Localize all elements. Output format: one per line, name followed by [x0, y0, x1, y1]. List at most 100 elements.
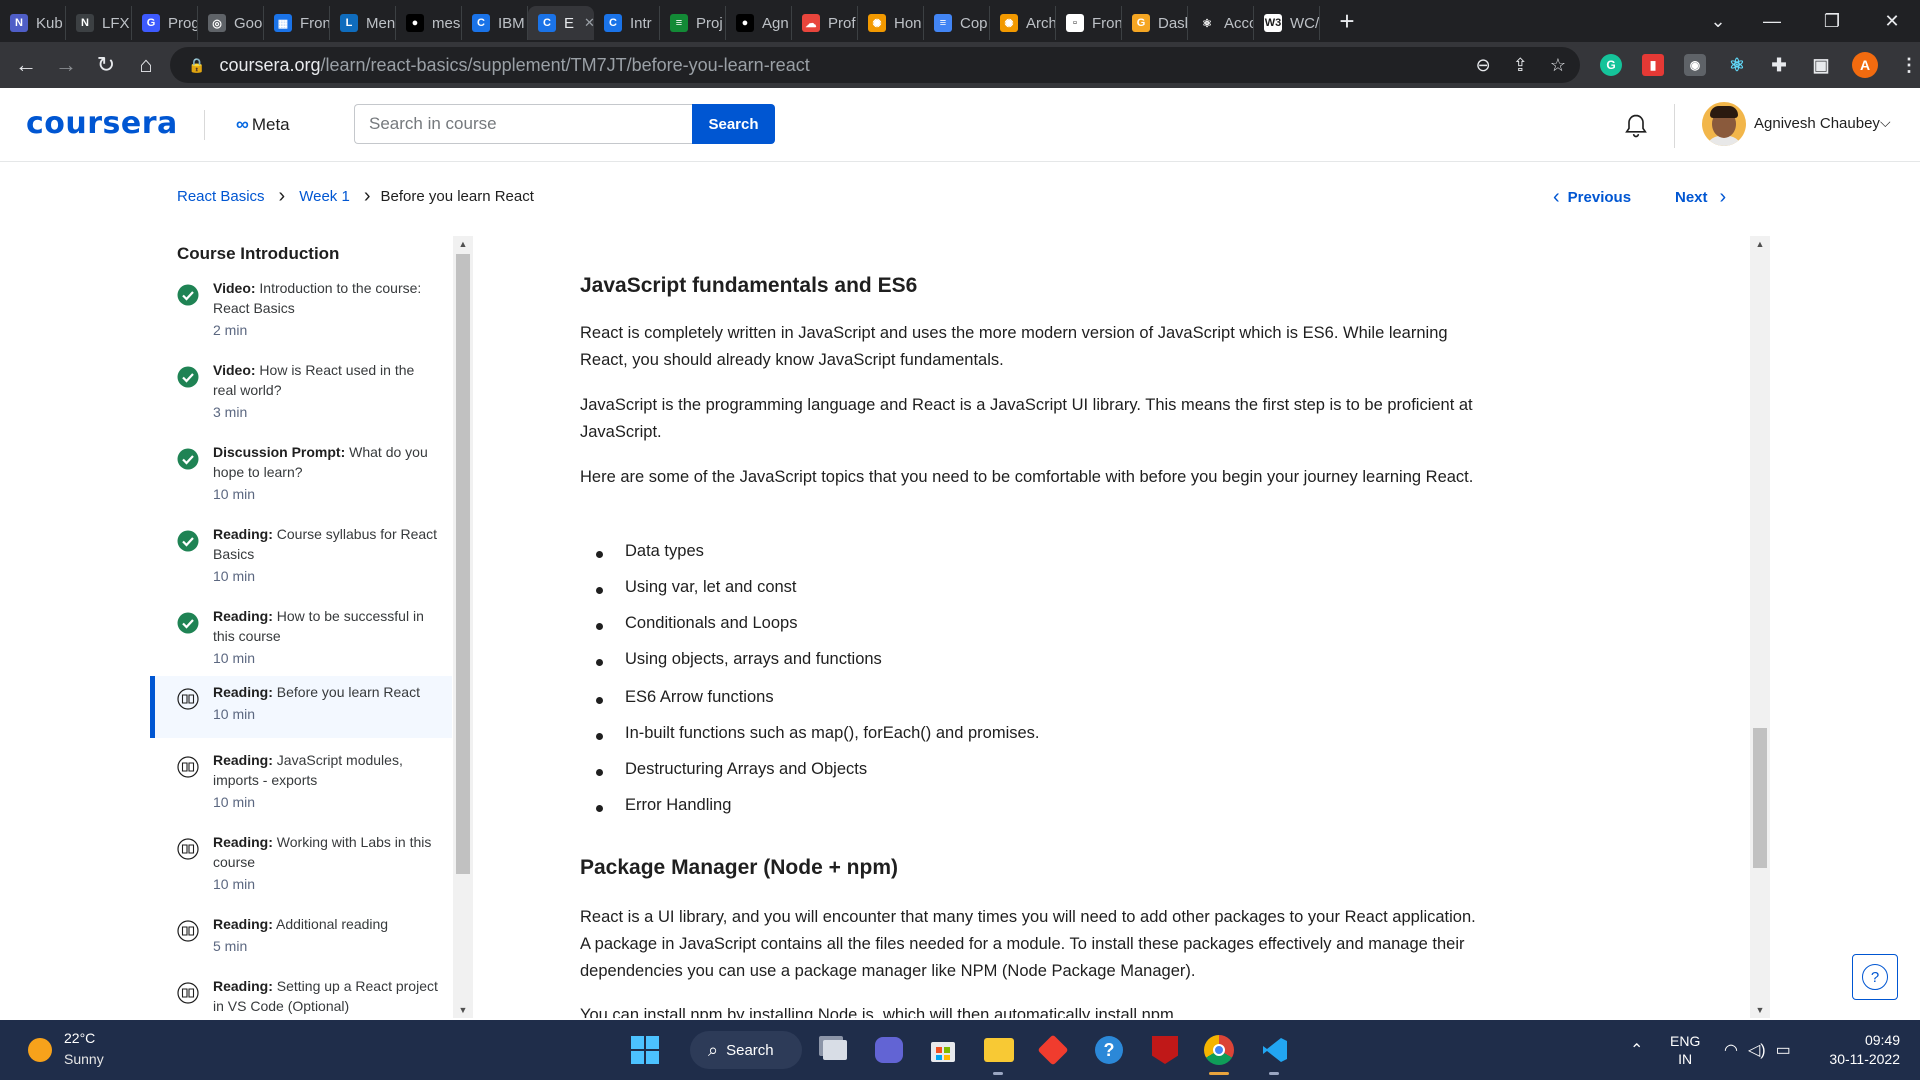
sidebar-item[interactable]: Reading: Working with Labs in this cours…: [150, 826, 452, 906]
help-app-icon[interactable]: ?: [1091, 1032, 1127, 1068]
scroll-up-arrow-icon[interactable]: ▲: [453, 236, 473, 252]
sidebar-scroll-thumb[interactable]: [456, 254, 470, 874]
browser-tab[interactable]: ● mes: [396, 6, 462, 40]
browser-tab[interactable]: ▦ Fron: [264, 6, 330, 40]
tab-favicon-icon: G: [142, 14, 160, 32]
previous-button[interactable]: ‹ Previous: [1553, 186, 1631, 209]
content-scroll-thumb[interactable]: [1753, 728, 1767, 868]
weather-condition[interactable]: Sunny: [64, 1051, 104, 1067]
sidebar-item[interactable]: Video: How is React used in the real wor…: [150, 354, 452, 434]
git-icon[interactable]: [1035, 1032, 1071, 1068]
browser-tab[interactable]: ● Agn: [726, 6, 792, 40]
browser-tab[interactable]: G Prog: [132, 6, 198, 40]
zoom-icon[interactable]: ⊖: [1476, 55, 1491, 76]
restore-button[interactable]: ❐: [1802, 0, 1862, 42]
sidebar-item[interactable]: Discussion Prompt: What do you hope to l…: [150, 436, 452, 516]
user-name[interactable]: Agnivesh Chaubey: [1754, 115, 1880, 132]
scroll-down-arrow-icon[interactable]: ▼: [453, 1002, 473, 1018]
mcafee-icon[interactable]: [1147, 1032, 1183, 1068]
extensions-puzzle-icon[interactable]: ✚: [1768, 54, 1790, 76]
chevron-down-icon[interactable]: ⌵: [1880, 114, 1891, 131]
weather-temperature[interactable]: 22°C: [64, 1030, 95, 1046]
sidebar-item[interactable]: Reading: Setting up a React project in V…: [150, 970, 452, 1018]
browser-tab[interactable]: ✺ Arch: [990, 6, 1056, 40]
breadcrumb: React Basics › Week 1 › Before you learn…: [177, 185, 534, 208]
new-tab-button[interactable]: +: [1330, 4, 1364, 38]
grammarly-icon[interactable]: G: [1600, 54, 1622, 76]
notifications-bell-icon[interactable]: [1622, 112, 1650, 140]
user-avatar[interactable]: [1702, 102, 1746, 146]
close-tab-icon[interactable]: ✕: [584, 15, 594, 31]
camera-extension-icon[interactable]: ◉: [1684, 54, 1706, 76]
search-input[interactable]: [354, 104, 692, 144]
browser-tab[interactable]: N LFX: [66, 6, 132, 40]
home-button[interactable]: ⌂: [126, 45, 166, 85]
browser-tab[interactable]: ▫ Fron: [1056, 6, 1122, 40]
browser-tab[interactable]: G Dasl: [1122, 6, 1188, 40]
taskbar-search[interactable]: ⌕ Search: [690, 1031, 802, 1069]
chrome-icon[interactable]: [1201, 1032, 1237, 1068]
breadcrumb-current: Before you learn React: [380, 188, 534, 205]
browser-tab[interactable]: ✺ Hon: [858, 6, 924, 40]
bullet-icon: [596, 623, 603, 630]
forward-button[interactable]: →: [46, 45, 86, 85]
sidebar-scrollbar[interactable]: ▲ ▼: [453, 236, 473, 1018]
help-button[interactable]: ?: [1852, 954, 1898, 1000]
clock[interactable]: 09:49 30-11-2022: [1820, 1020, 1900, 1080]
share-icon[interactable]: ⇪: [1513, 55, 1528, 76]
browser-tab[interactable]: ☁ Prof: [792, 6, 858, 40]
windows-start-icon[interactable]: [627, 1032, 663, 1068]
browser-tab[interactable]: ⚛ Acco: [1188, 6, 1254, 40]
partner-logo[interactable]: ∞ Meta: [236, 114, 290, 135]
teams-chat-icon[interactable]: [871, 1032, 907, 1068]
show-hidden-icons[interactable]: ⌃: [1630, 1020, 1643, 1080]
vscode-icon[interactable]: [1257, 1032, 1293, 1068]
react-devtools-icon[interactable]: ⚛: [1726, 54, 1748, 76]
minimize-button[interactable]: —: [1742, 0, 1802, 42]
item-type: Reading:: [213, 834, 273, 850]
sidebar-item[interactable]: Video: Introduction to the course: React…: [150, 272, 452, 352]
browser-tab[interactable]: W3 WC/: [1254, 6, 1320, 40]
language-indicator[interactable]: ENG IN: [1670, 1020, 1700, 1080]
address-bar[interactable]: 🔒 coursera.org/learn/react-basics/supple…: [170, 47, 1580, 83]
browser-tab[interactable]: C E ✕: [528, 6, 594, 40]
bookmark-star-icon[interactable]: ☆: [1550, 55, 1566, 76]
section-heading: JavaScript fundamentals and ES6: [580, 274, 918, 297]
sun-icon[interactable]: [28, 1038, 52, 1062]
profile-avatar[interactable]: A: [1852, 52, 1878, 78]
breadcrumb-course[interactable]: React Basics: [177, 188, 265, 205]
pdf-extension-icon[interactable]: ▮: [1642, 54, 1664, 76]
sidebar-item[interactable]: Reading: Before you learn React 10 min: [150, 676, 452, 738]
back-button[interactable]: ←: [6, 45, 46, 85]
side-panel-icon[interactable]: ▣: [1810, 54, 1832, 76]
browser-tab[interactable]: L Men: [330, 6, 396, 40]
sidebar-item[interactable]: Reading: JavaScript modules, imports - e…: [150, 744, 452, 824]
browser-tab[interactable]: N Kub: [0, 6, 66, 40]
tab-search-icon[interactable]: ⌄: [1688, 0, 1748, 42]
task-view-icon[interactable]: [817, 1032, 853, 1068]
browser-tab[interactable]: ≡ Cop: [924, 6, 990, 40]
search-button[interactable]: Search: [692, 104, 775, 144]
browser-tab[interactable]: ◎ Goo: [198, 6, 264, 40]
sidebar-item[interactable]: Reading: How to be successful in this co…: [150, 600, 452, 680]
sidebar-item[interactable]: Reading: Additional reading 5 min: [150, 908, 452, 968]
content-scrollbar[interactable]: ▲ ▼: [1750, 236, 1770, 1018]
microsoft-store-icon[interactable]: [925, 1032, 961, 1068]
scroll-up-arrow-icon[interactable]: ▲: [1750, 236, 1770, 252]
next-button[interactable]: Next ›: [1675, 186, 1726, 209]
file-explorer-icon[interactable]: [981, 1032, 1017, 1068]
close-window-button[interactable]: ✕: [1862, 0, 1920, 42]
breadcrumb-week[interactable]: Week 1: [299, 188, 350, 205]
coursera-logo[interactable]: coursera: [26, 106, 178, 141]
browser-tab[interactable]: ≡ Proj: [660, 6, 726, 40]
system-tray[interactable]: ◠ ◁) ▭: [1724, 1020, 1791, 1080]
tab-title: Acco: [1224, 14, 1253, 32]
bullet-icon: [596, 659, 603, 666]
sidebar-item[interactable]: Reading: Course syllabus for React Basic…: [150, 518, 452, 598]
reload-button[interactable]: ↻: [86, 45, 126, 85]
browser-menu-icon[interactable]: ⋮: [1898, 54, 1920, 76]
tab-favicon-icon: ✺: [1000, 14, 1018, 32]
browser-tab[interactable]: C IBM: [462, 6, 528, 40]
scroll-down-arrow-icon[interactable]: ▼: [1750, 1002, 1770, 1018]
browser-tab[interactable]: C Intr: [594, 6, 660, 40]
